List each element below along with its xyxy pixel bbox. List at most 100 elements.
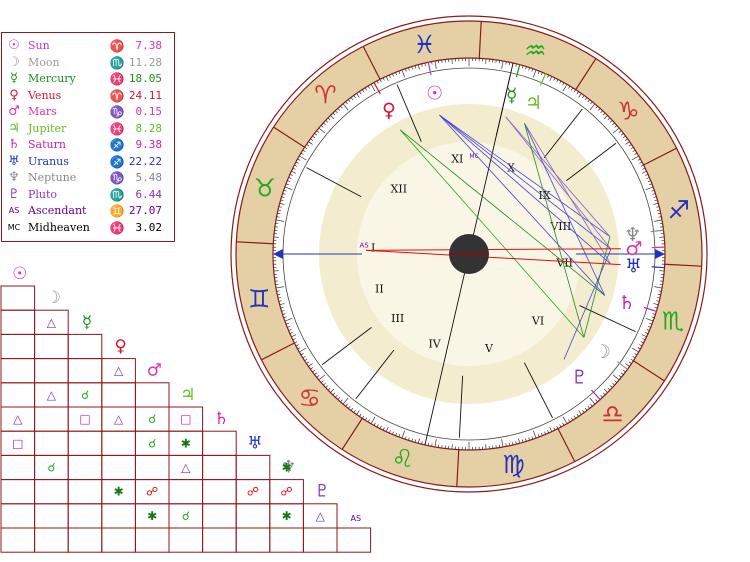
planet-marker [651, 266, 665, 269]
degree-tick [625, 363, 630, 367]
degree-tick [656, 297, 661, 299]
house-number: VIII [549, 220, 571, 233]
house-number: V [484, 342, 494, 355]
degree-tick [607, 117, 611, 121]
degree-tick [584, 407, 588, 411]
degree-tick [590, 403, 593, 407]
aspect-opposition-icon: ☍ [146, 485, 158, 499]
degree-tick [653, 310, 657, 312]
degree-tick [657, 293, 661, 296]
degree-tick [525, 66, 527, 70]
degree-tick [573, 89, 577, 93]
grid-planet-icon: ♇ [315, 482, 330, 502]
grid-cell [0, 454, 36, 481]
grid-planet-icon: ♄ [214, 409, 229, 429]
grid-cell [67, 527, 103, 553]
grid-cell [0, 309, 36, 335]
aspect-line [583, 236, 611, 338]
degree-tick [609, 120, 613, 123]
house-number: XII [391, 183, 408, 196]
degree-tick [401, 69, 406, 78]
degree-tick [392, 73, 394, 77]
sign-divider [478, 21, 482, 59]
grid-cell [101, 454, 136, 481]
degree-tick [518, 64, 521, 70]
degree-tick [656, 300, 660, 302]
planet-icon: ♂ [625, 238, 642, 260]
degree-tick [549, 426, 553, 432]
degree-tick [521, 439, 524, 443]
center-hub [449, 234, 489, 274]
degree-tick [512, 441, 514, 446]
grid-cell [34, 479, 69, 505]
aspect-trine-icon: △ [316, 509, 326, 523]
aspect-trine-icon: △ [181, 461, 191, 475]
grid-cell [0, 503, 36, 529]
degree-tick [597, 108, 601, 111]
grid-planet-icon: ☿ [82, 312, 92, 332]
aspect-square-icon: □ [79, 412, 90, 426]
planet-icon: ♅ [625, 256, 642, 278]
house-number: XI [451, 153, 463, 166]
degree-tick [379, 425, 382, 429]
planet-marker [650, 229, 664, 233]
degree-tick [382, 77, 385, 81]
grid-cell [202, 527, 237, 553]
degree-tick [501, 439, 504, 448]
degree-tick [578, 410, 582, 415]
degree-tick [518, 438, 521, 444]
degree-tick [544, 73, 546, 77]
degree-tick [641, 170, 647, 174]
grid-cell [34, 527, 69, 553]
grid-cell [101, 430, 136, 456]
grid-cell [302, 527, 338, 553]
house-number: IV [428, 338, 441, 351]
aspect-trine-icon: △ [47, 315, 57, 329]
midheaven-label: MC [469, 153, 478, 160]
degree-tick [556, 79, 559, 83]
degree-tick [642, 167, 646, 170]
degree-tick [401, 430, 406, 439]
degree-tick [562, 422, 565, 426]
grid-cell [0, 479, 36, 505]
planet-icon: ☽ [594, 341, 611, 363]
degree-tick [649, 322, 653, 325]
degree-tick [388, 430, 391, 434]
degree-tick [417, 64, 420, 70]
degree-tick [528, 67, 530, 71]
planet-icon: ☿ [506, 85, 518, 107]
degree-tick [411, 66, 413, 70]
degree-tick [434, 60, 437, 69]
degree-tick [398, 70, 401, 74]
grid-cell [235, 503, 271, 529]
degree-tick [609, 385, 613, 388]
degree-tick [392, 431, 394, 435]
degree-tick [600, 394, 603, 398]
degree-tick [658, 216, 662, 218]
aspect-sextile-icon: ✱ [147, 509, 157, 523]
degree-tick [612, 382, 615, 386]
degree-tick [653, 196, 657, 198]
degree-tick [654, 286, 663, 289]
degree-tick [408, 437, 410, 441]
aspect-line [505, 116, 612, 250]
degree-tick [388, 74, 391, 78]
degree-tick [547, 430, 550, 434]
desc-arrow-icon [655, 249, 665, 259]
degree-tick [414, 439, 417, 443]
planet-marker [427, 62, 432, 76]
degree-tick [508, 62, 511, 66]
grid-cell [168, 527, 204, 553]
degree-tick [515, 63, 517, 67]
grid-cell [0, 285, 36, 311]
grid-cell [269, 527, 304, 553]
planet-marker [591, 389, 601, 401]
zodiac-sign-icon: ♐ [668, 195, 690, 224]
degree-tick [656, 209, 661, 211]
degree-tick [385, 426, 389, 432]
grid-cell [101, 503, 136, 529]
degree-tick [620, 372, 624, 375]
grid-cell [67, 479, 103, 505]
grid-cell [34, 333, 69, 360]
degree-tick [607, 387, 611, 391]
